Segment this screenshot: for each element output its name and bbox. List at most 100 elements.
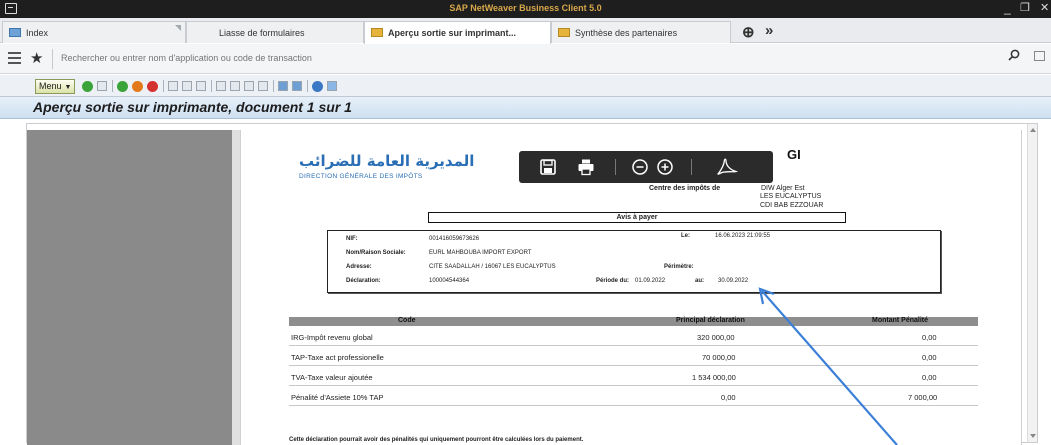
add-tab-icon[interactable]: ⊕ — [742, 23, 755, 41]
pdf-floating-toolbar — [519, 151, 773, 183]
row-penalite: 0,00 — [922, 353, 937, 362]
layout-icon[interactable] — [327, 81, 337, 91]
close-button[interactable]: ✕ — [1040, 1, 1049, 14]
tab-label: Aperçu sortie sur imprimant... — [388, 28, 517, 38]
page-title-bar: Aperçu sortie sur imprimante, document 1… — [0, 97, 1051, 119]
declaration-label: Déclaration: — [346, 278, 381, 284]
toolbar-separator — [163, 80, 164, 92]
row-code: TVA-Taxe valeur ajoutée — [291, 373, 373, 382]
tab-label: Index — [26, 28, 49, 38]
toolbar-separator — [691, 159, 692, 175]
row-principal: 0,00 — [721, 393, 736, 402]
page-title: Aperçu sortie sur imprimante, document 1… — [33, 99, 352, 115]
print-icon[interactable] — [577, 158, 595, 176]
avis-a-payer-title: Avis à payer — [428, 212, 846, 223]
more-tabs-icon[interactable]: » — [765, 22, 773, 39]
header-fragment: GI — [787, 147, 801, 162]
nom-label: Nom/Raison Sociale: — [346, 250, 406, 256]
periode-au-value: 30.09.2022 — [718, 278, 749, 284]
vertical-scrollbar[interactable] — [1027, 124, 1037, 442]
tab-label: Liasse de formulaires — [219, 28, 305, 38]
nom-value: EURL MAHBOUBA IMPORT EXPORT — [429, 250, 532, 256]
tab-resize-icon — [175, 25, 181, 31]
taxpayer-info-box: NIF: 001416059673626 Le: 16.06.2023 21:0… — [327, 230, 941, 293]
tab-synthese-partenaires[interactable]: Synthèse des partenaires — [551, 21, 731, 43]
zoom-in-icon[interactable] — [656, 158, 674, 176]
shortcut-icon[interactable] — [292, 81, 302, 91]
row-penalite: 7 000,00 — [908, 393, 938, 402]
find-icon[interactable] — [182, 81, 192, 91]
tax-table: Code Principal déclaration Montant Pénal… — [289, 317, 978, 406]
row-code: Pénalité d'Assiete 10% TAP — [291, 393, 384, 402]
centre-line: DIW Alger Est — [761, 185, 805, 192]
document-icon — [558, 28, 570, 37]
exit-icon[interactable] — [132, 81, 143, 92]
hamburger-menu-icon[interactable] — [8, 52, 21, 64]
command-search-box — [52, 49, 1028, 69]
adresse-label: Adresse: — [346, 264, 372, 270]
search-icon[interactable] — [1008, 49, 1020, 61]
centre-label: Centre des impôts de — [649, 185, 721, 192]
side-panel-icon[interactable] — [1034, 51, 1045, 61]
minimize-button[interactable]: _ — [1004, 1, 1011, 15]
document-viewer: المديرية العامة للضرائب DIRECTION GÉNÉRA… — [0, 120, 1051, 445]
last-page-icon[interactable] — [258, 81, 268, 91]
menu-button-label: Menu — [39, 81, 62, 91]
toolbar-separator — [615, 159, 616, 175]
toolbar-separator — [273, 80, 274, 92]
find-next-icon[interactable] — [196, 81, 206, 91]
viewer-background — [27, 130, 232, 445]
page-gutter — [232, 130, 240, 445]
next-page-icon[interactable] — [244, 81, 254, 91]
print-icon[interactable] — [168, 81, 178, 91]
toolbar-separator — [211, 80, 212, 92]
table-header: Code Principal déclaration Montant Pénal… — [289, 317, 978, 326]
tree-icon — [9, 28, 21, 37]
restore-button[interactable]: ❐ — [1020, 1, 1030, 14]
column-header-principal: Principal déclaration — [676, 317, 745, 324]
chevron-down-icon: ▼ — [64, 84, 72, 91]
favorites-star-icon[interactable]: ★ — [30, 49, 43, 67]
toolbar-separator — [307, 80, 308, 92]
zoom-out-icon[interactable] — [631, 158, 649, 176]
scroll-down-icon[interactable] — [1030, 434, 1036, 438]
row-principal: 320 000,00 — [697, 333, 735, 342]
column-header-code: Code — [398, 317, 416, 324]
table-row: TVA-Taxe valeur ajoutée 1 534 000,00 0,0… — [289, 366, 978, 386]
row-penalite: 0,00 — [922, 373, 937, 382]
tab-bar: Index Liasse de formulaires Aperçu sorti… — [0, 18, 1051, 44]
dgi-logo-french: DIRECTION GÉNÉRALE DES IMPÔTS — [299, 173, 423, 180]
application-toolbar: Menu ▼ — [0, 75, 1051, 97]
periode-label: Période du: — [596, 278, 630, 284]
document-icon — [371, 28, 383, 37]
window-title: SAP NetWeaver Business Client 5.0 — [449, 3, 602, 13]
le-value: 16.06.2023 21:09:55 — [715, 233, 771, 239]
centre-line: LES EUCALYPTUS — [760, 193, 822, 200]
pdf-page: المديرية العامة للضرائب DIRECTION GÉNÉRA… — [240, 130, 1022, 445]
dgi-logo-arabic: المديرية العامة للضرائب — [299, 152, 475, 170]
row-penalite: 0,00 — [922, 333, 937, 342]
first-page-icon[interactable] — [216, 81, 226, 91]
save-icon[interactable] — [539, 158, 557, 176]
confirm-icon[interactable] — [82, 81, 93, 92]
row-code: TAP-Taxe act professionelle — [291, 353, 384, 362]
scroll-up-icon[interactable] — [1030, 128, 1036, 132]
nif-value: 001416059673626 — [429, 236, 480, 242]
row-principal: 70 000,00 — [702, 353, 736, 362]
acrobat-icon[interactable] — [715, 158, 739, 176]
toolbar-separator — [112, 80, 113, 92]
tab-apercu-sortie[interactable]: Aperçu sortie sur imprimant... — [364, 21, 551, 44]
window-titlebar: SAP NetWeaver Business Client 5.0 _ ❐ ✕ — [0, 0, 1051, 18]
row-principal: 1 534 000,00 — [692, 373, 736, 382]
table-row: Pénalité d'Assiete 10% TAP 0,00 7 000,00 — [289, 386, 978, 406]
command-search-input[interactable] — [61, 53, 941, 63]
tab-liasse-formulaires[interactable]: Liasse de formulaires — [186, 21, 364, 43]
tab-index[interactable]: Index — [2, 21, 186, 43]
back-icon[interactable] — [117, 81, 128, 92]
previous-page-icon[interactable] — [230, 81, 240, 91]
help-icon[interactable] — [312, 81, 323, 92]
save-icon[interactable] — [97, 81, 107, 91]
menu-button[interactable]: Menu ▼ — [35, 79, 75, 94]
cancel-icon[interactable] — [147, 81, 158, 92]
new-session-icon[interactable] — [278, 81, 288, 91]
